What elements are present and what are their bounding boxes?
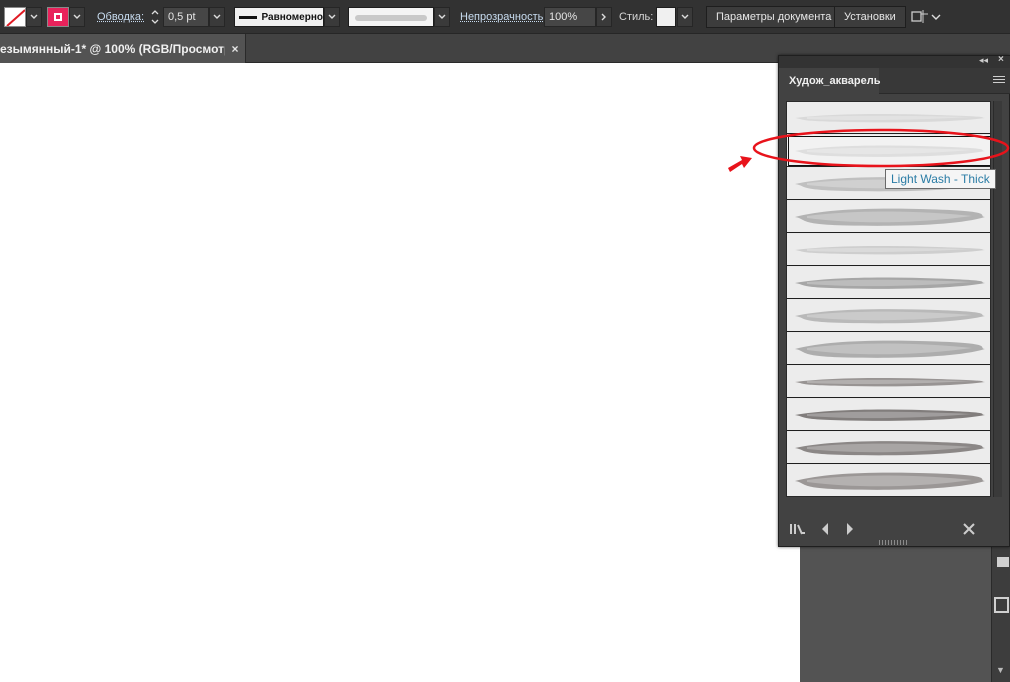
side-tool-strip: ▼: [991, 545, 1010, 682]
chevron-down-icon: [438, 14, 446, 19]
chevron-down-icon: [30, 14, 38, 19]
brush-stroke-preview: [355, 15, 427, 21]
panel-footer: [779, 516, 1010, 542]
highlight-ellipse: [752, 128, 1010, 168]
brush-stroke-swatch: [795, 472, 985, 490]
close-icon[interactable]: ×: [225, 42, 245, 56]
chevron-down-icon: [328, 14, 336, 19]
chevron-right-icon: [601, 13, 606, 21]
control-bar: Обводка: 0,5 pt Равномерно Непрозрачност…: [0, 0, 1010, 34]
document-setup-button[interactable]: Параметры документа: [706, 6, 842, 28]
stroke-label[interactable]: Обводка:: [97, 11, 144, 23]
panel-menu-icon[interactable]: [993, 76, 1005, 85]
artboard-icon[interactable]: [994, 597, 1009, 613]
brush-stroke-swatch: [795, 409, 985, 421]
document-tab[interactable]: езымянный-1* @ 100% (RGB/Просмотр) ×: [0, 34, 246, 63]
stroke-dropdown[interactable]: [69, 7, 85, 27]
next-arrow-icon[interactable]: [845, 522, 855, 536]
brush-stroke-swatch: [795, 208, 985, 226]
brush-row[interactable]: [787, 399, 990, 431]
arrange-documents-icon[interactable]: [910, 8, 930, 26]
opacity-slider-button[interactable]: [596, 7, 612, 27]
brush-stroke-swatch: [795, 441, 985, 456]
collapse-panel-icon[interactable]: ◂◂: [979, 55, 988, 66]
panel-tab-row: Худож_акварель: [779, 68, 1010, 94]
brush-row[interactable]: [787, 366, 990, 398]
artboard-canvas[interactable]: [0, 63, 800, 682]
brush-row[interactable]: [787, 465, 990, 496]
red-annotation: [728, 128, 1010, 172]
brush-row[interactable]: [787, 333, 990, 365]
brush-stroke-swatch: [795, 277, 985, 289]
stroke-swatch-inner: [54, 13, 62, 21]
stroke-weight-dropdown[interactable]: [209, 7, 225, 27]
remove-brush-icon[interactable]: [961, 522, 977, 536]
brush-stroke-swatch: [795, 246, 985, 255]
brush-row[interactable]: [787, 234, 990, 266]
chevron-down-icon: [213, 14, 221, 19]
brush-row[interactable]: [787, 201, 990, 233]
document-tab-title: езымянный-1* @ 100% (RGB/Просмотр): [0, 41, 225, 56]
variable-width-profile[interactable]: Равномерно: [234, 7, 324, 27]
panel-tab[interactable]: Худож_акварель: [779, 68, 880, 94]
opacity-label[interactable]: Непрозрачность:: [460, 11, 546, 23]
close-panel-icon[interactable]: ×: [998, 54, 1004, 65]
profile-line-icon: [239, 15, 257, 19]
panel-title-bar[interactable]: ◂◂ ×: [779, 54, 1010, 68]
profile-dropdown[interactable]: [324, 7, 340, 27]
brush-definition-dropdown[interactable]: [434, 7, 450, 27]
panel-icon[interactable]: [997, 557, 1009, 567]
graphic-style-dropdown[interactable]: [677, 7, 693, 27]
brush-stroke-swatch: [795, 378, 985, 387]
brush-row[interactable]: [787, 432, 990, 464]
chevron-down-icon: [681, 14, 689, 19]
stroke-weight-stepper[interactable]: [148, 7, 162, 27]
brush-row[interactable]: [787, 267, 990, 299]
brush-stroke-swatch: [795, 340, 985, 358]
fill-swatch[interactable]: [4, 7, 26, 27]
none-fill-icon: [6, 9, 25, 26]
brush-stroke-swatch: [795, 309, 985, 324]
style-label: Стиль:: [619, 11, 654, 23]
chevron-down-icon: [73, 14, 81, 19]
fill-dropdown[interactable]: [26, 7, 42, 27]
profile-label: Равномерно: [261, 11, 323, 23]
graphic-style-swatch[interactable]: [656, 7, 676, 27]
stroke-swatch[interactable]: [47, 7, 69, 27]
brush-libraries-icon[interactable]: [789, 522, 807, 536]
red-arrow-icon: [728, 156, 752, 172]
brush-row[interactable]: [787, 300, 990, 332]
chevron-down-icon[interactable]: [931, 14, 941, 20]
preferences-button[interactable]: Установки: [834, 6, 906, 28]
stroke-weight-field[interactable]: 0,5 pt: [163, 7, 209, 27]
opacity-field[interactable]: 100%: [544, 7, 596, 27]
panel-resize-grip[interactable]: [879, 540, 909, 545]
chevron-down-icon[interactable]: ▼: [996, 665, 1005, 675]
previous-arrow-icon[interactable]: [820, 522, 830, 536]
brush-definition-preview[interactable]: [348, 7, 434, 27]
stepper-arrows-icon: [151, 10, 159, 24]
